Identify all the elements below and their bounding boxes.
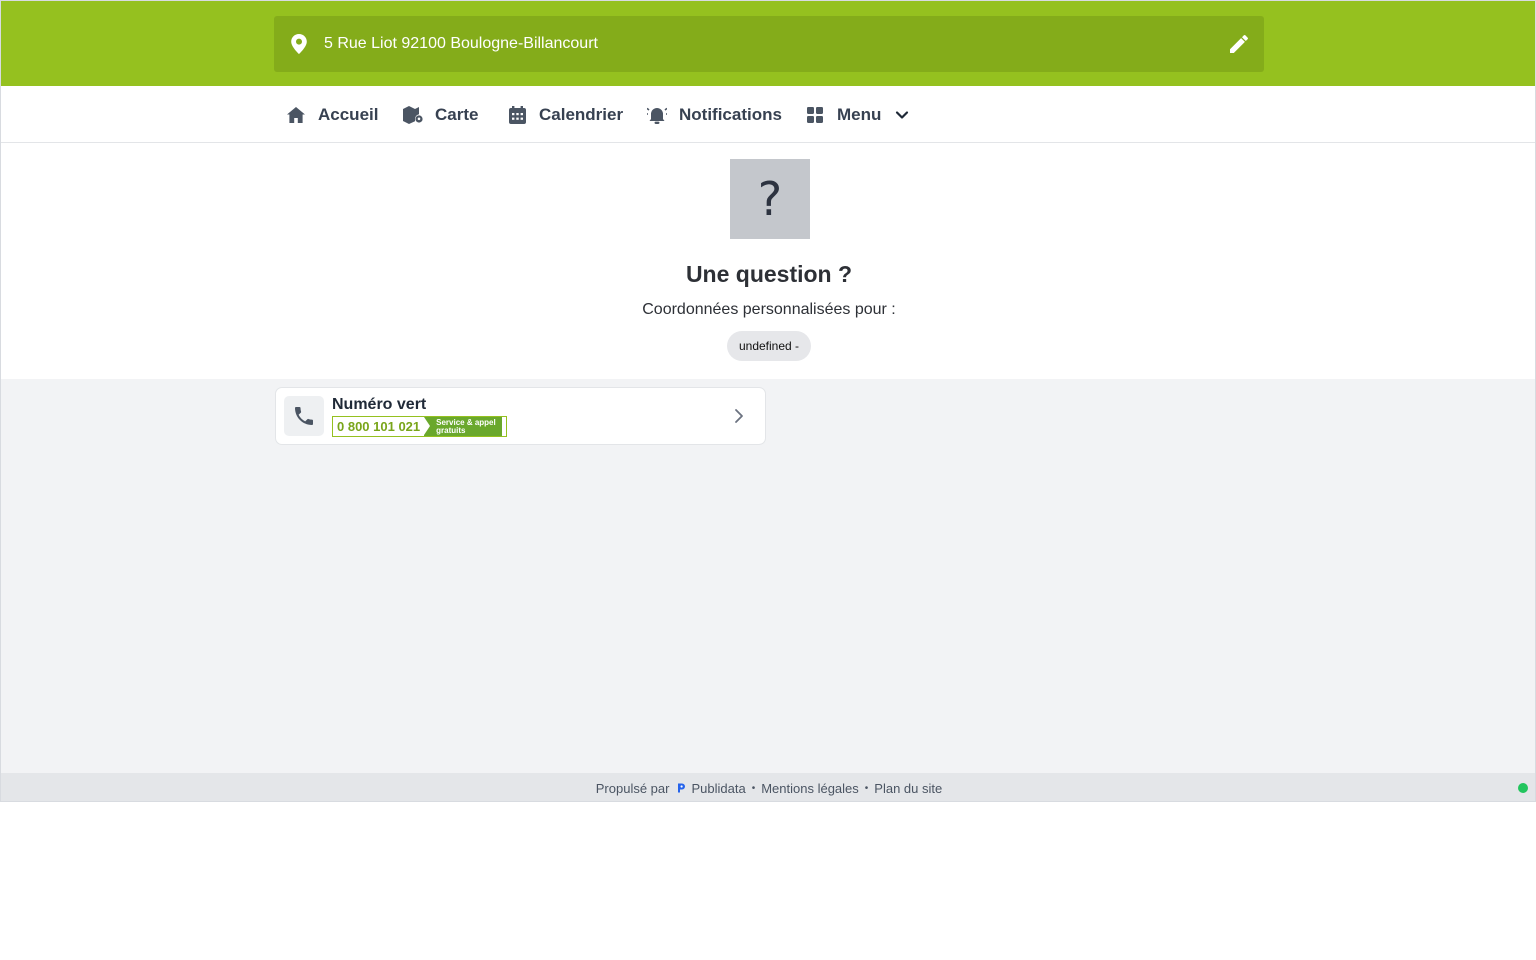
nav-label-notifications: Notifications (679, 104, 782, 124)
contact-title: Numéro vert (332, 396, 427, 413)
nav-item-carte[interactable]: Carte (403, 86, 478, 143)
chevron-right-icon (735, 409, 743, 423)
publidata-logo-icon (678, 783, 686, 793)
grid-icon (805, 105, 825, 125)
publidata-link[interactable]: Publidata (691, 781, 745, 796)
separator: • (751, 782, 756, 794)
pill-wrap: undefined - (1, 331, 1535, 361)
contact-card-numero-vert[interactable]: Numéro vert 0 800 101 021 Service & appe… (275, 387, 766, 445)
separator: • (864, 782, 869, 794)
hero-section: ? Une question ? Coordonnées personnalis… (1, 143, 1535, 379)
home-icon (286, 105, 306, 125)
page-subtitle: Coordonnées personnalisées pour : (642, 301, 896, 318)
footer: Propulsé par Publidata • Mentions légale… (1, 773, 1535, 801)
sitemap-link[interactable]: Plan du site (874, 781, 942, 796)
status-indicator (1518, 783, 1528, 793)
content-area: Numéro vert 0 800 101 021 Service & appe… (1, 379, 1535, 773)
address-text: 5 Rue Liot 92100 Boulogne-Billancourt (324, 35, 598, 52)
location-pill: undefined - (726, 331, 812, 361)
powered-by-text: Propulsé par (595, 780, 670, 796)
chevron-down-icon (896, 110, 909, 119)
page-title: Une question ? (685, 261, 853, 287)
nav-item-calendrier[interactable]: Calendrier (507, 86, 623, 143)
pencil-icon[interactable] (1230, 35, 1248, 53)
alarm-bell-icon (647, 105, 667, 125)
app-frame: 5 Rue Liot 92100 Boulogne-Billancourt Ac… (0, 0, 1536, 802)
nav-item-menu[interactable]: Menu (805, 86, 909, 143)
map-icon (403, 105, 423, 125)
free-service-tag: Service & appel gratuits (424, 417, 502, 436)
green-number-badge: 0 800 101 021 Service & appel gratuits (332, 416, 507, 437)
question-glyph: ? (757, 172, 783, 226)
nav-label-carte: Carte (435, 104, 479, 124)
phone-icon (284, 396, 324, 436)
phone-number: 0 800 101 021 (337, 419, 421, 434)
nav-label-calendrier: Calendrier (539, 104, 624, 124)
calendar-icon (507, 105, 527, 125)
nav-item-notifications[interactable]: Notifications (647, 86, 782, 143)
address-bar[interactable]: 5 Rue Liot 92100 Boulogne-Billancourt (274, 16, 1264, 72)
tag-line-2: gratuits (436, 425, 466, 435)
legal-link[interactable]: Mentions légales (761, 781, 859, 796)
nav-label-accueil: Accueil (318, 104, 379, 124)
top-bar: 5 Rue Liot 92100 Boulogne-Billancourt (1, 1, 1535, 86)
main-nav: Accueil Carte Calendrier Notifications M… (1, 86, 1535, 143)
map-pin-icon (291, 34, 307, 54)
nav-label-menu: Menu (837, 104, 882, 124)
nav-item-accueil[interactable]: Accueil (286, 86, 378, 143)
question-icon: ? (730, 159, 810, 239)
